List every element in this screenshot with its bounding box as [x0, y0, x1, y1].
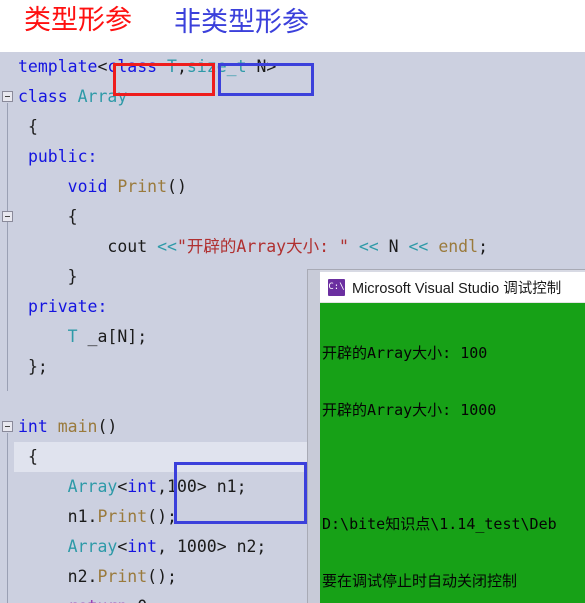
token-print-brace-open: { [67, 207, 78, 226]
token-n2-print-tail: (); [147, 567, 177, 586]
debug-console-window[interactable]: C:\ Microsoft Visual Studio 调试控制 开辟的Arra… [308, 270, 585, 603]
token-cout: cout [107, 237, 148, 256]
token-n1-obj: n1. [67, 507, 98, 526]
token-class-kw-2: class [18, 87, 68, 106]
token-template: template [18, 57, 98, 76]
token-semicolon-cout: ; [478, 237, 488, 256]
console-output-line: 要在调试停止时自动关闭控制 [322, 572, 518, 590]
console-title-bar[interactable]: C:\ Microsoft Visual Studio 调试控制 [320, 272, 585, 303]
fold-toggle-main[interactable] [2, 421, 13, 432]
fold-toggle-print-method[interactable] [2, 211, 13, 222]
token-n1-int: int [127, 477, 158, 496]
console-icon-glyph: C:\ [328, 281, 345, 292]
token-n1-print-tail: (); [147, 507, 177, 526]
token-brace-open: { [27, 117, 38, 136]
fold-guide-line-main [7, 433, 8, 603]
screenshot-root: 类型形参 非类型形参 template<class T,size_t N> cl… [0, 0, 585, 603]
annotation-box-type-parameter [113, 63, 215, 96]
token-main-brace-open: { [27, 447, 38, 466]
token-shift-1: << [157, 237, 177, 256]
token-array-member: _a[N]; [87, 327, 148, 346]
console-window-title: Microsoft Visual Studio 调试控制 [352, 280, 562, 297]
annotation-box-template-arguments [174, 462, 307, 524]
token-n2-angle-open: < [117, 537, 128, 556]
token-array-n1: Array [67, 477, 118, 496]
console-output-line: D:\bite知识点\1.14_test\Deb [322, 515, 557, 533]
token-void: void [67, 177, 108, 196]
annotation-heading-row: 类型形参 非类型形参 [0, 0, 585, 48]
token-n2-print-fn: Print [97, 567, 148, 586]
code-line-public[interactable]: public: [14, 142, 585, 172]
token-print-parens: () [167, 177, 187, 196]
token-string-literal: "开辟的Array大小: " [176, 237, 349, 256]
token-int: int [18, 417, 48, 436]
console-app-icon: C:\ [328, 278, 345, 296]
token-return: return [68, 597, 128, 603]
token-endl: endl [438, 237, 479, 256]
console-output-line: 开辟的Array大小: 100 [322, 344, 488, 362]
code-line-class-open-brace[interactable]: { [14, 112, 585, 142]
fold-toggle-class-array[interactable] [2, 91, 13, 102]
token-n2-int: int [127, 537, 158, 556]
token-public: public: [27, 147, 98, 166]
token-class-end: }; [27, 357, 48, 376]
token-n1-angle-open: < [117, 477, 128, 496]
editor-fold-gutter[interactable] [0, 52, 14, 603]
annotation-label-type-parameter: 类型形参 [24, 5, 132, 36]
token-array-n2: Array [67, 537, 118, 556]
token-n2-obj: n2. [67, 567, 98, 586]
token-N-use: N [388, 237, 399, 256]
code-line-print-open-brace[interactable]: { [14, 202, 585, 232]
token-n2-tail: , 1000> n2; [157, 537, 267, 556]
code-line-print-signature[interactable]: void Print() [14, 172, 585, 202]
annotation-label-nontype-parameter: 非类型形参 [174, 7, 309, 38]
console-window-edge [308, 270, 320, 603]
token-main-parens: () [97, 417, 118, 436]
token-n1-print-fn: Print [97, 507, 148, 526]
token-shift-2: << [358, 237, 379, 256]
console-output-area[interactable]: 开辟的Array大小: 100 开辟的Array大小: 1000 D:\bite… [320, 303, 585, 603]
annotation-box-nontype-parameter [218, 63, 314, 96]
fold-guide-line-class [7, 103, 8, 391]
console-output-line: 开辟的Array大小: 1000 [322, 401, 497, 419]
token-angle-open: < [97, 57, 108, 76]
code-line-cout[interactable]: cout <<"开辟的Array大小: " << N << endl; [14, 232, 585, 262]
token-private: private: [27, 297, 108, 316]
token-print-brace-close: } [67, 267, 78, 286]
token-return-value: 0; [137, 597, 157, 603]
token-shift-3: << [408, 237, 429, 256]
token-print-fn: Print [117, 177, 168, 196]
token-T-decl: T [67, 327, 78, 346]
token-main-fn: main [57, 417, 98, 436]
